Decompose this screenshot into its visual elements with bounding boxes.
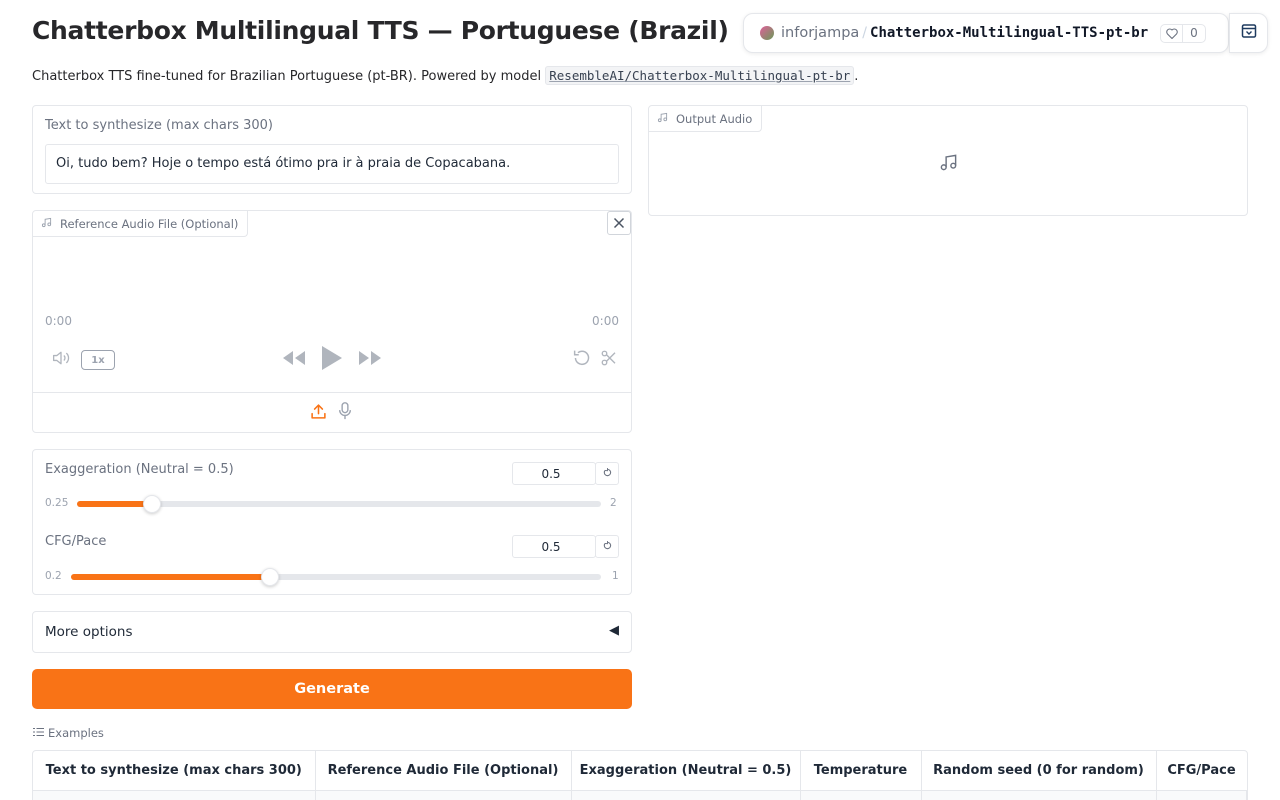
exaggeration-slider-thumb[interactable] xyxy=(142,495,161,513)
reference-audio-label: Reference Audio File (Optional) xyxy=(33,211,249,237)
embed-icon xyxy=(1241,23,1257,43)
cfg-pace-reset-button[interactable] xyxy=(595,535,619,558)
output-audio-label-text: Output Audio xyxy=(676,111,753,126)
more-options-accordion[interactable]: More options ◀ xyxy=(32,611,632,653)
examples-table: Text to synthesize (max chars 300) Refer… xyxy=(32,750,1248,800)
model-link[interactable]: ResembleAI/Chatterbox-Multilingual-pt-br xyxy=(545,66,855,85)
exaggeration-reset-button[interactable] xyxy=(595,462,619,485)
cfg-pace-slider[interactable] xyxy=(71,568,601,586)
volume-button[interactable] xyxy=(51,351,71,369)
audio-source-bar xyxy=(33,392,631,433)
output-audio-block: Output Audio xyxy=(648,105,1248,216)
like-button[interactable]: 0 xyxy=(1160,23,1206,43)
exaggeration-label: Exaggeration (Neutral = 0.5) xyxy=(45,462,234,477)
exaggeration-number-input[interactable]: 0.5 xyxy=(512,462,596,485)
close-icon xyxy=(613,214,625,233)
like-count: 0 xyxy=(1190,26,1198,40)
table-row[interactable] xyxy=(33,790,1247,800)
cfg-pace-slider-thumb[interactable] xyxy=(260,568,279,586)
space-name-link[interactable]: Chatterbox-Multilingual-TTS-pt-br xyxy=(870,25,1148,41)
trim-button[interactable] xyxy=(599,349,619,371)
fast-forward-icon xyxy=(358,350,382,370)
rewind-icon xyxy=(282,350,306,370)
output-audio-label: Output Audio xyxy=(649,106,763,132)
generate-button[interactable]: Generate xyxy=(32,669,632,709)
reset-icon xyxy=(603,540,612,553)
reset-icon xyxy=(603,467,612,480)
exaggeration-slider-fill xyxy=(77,501,152,507)
text-input[interactable]: Oi, tudo bem? Hoje o tempo está ótimo pr… xyxy=(45,144,619,184)
column-header: Temperature xyxy=(800,751,922,791)
examples-header-row: Text to synthesize (max chars 300) Refer… xyxy=(33,751,1247,791)
total-duration: 0:00 xyxy=(592,314,619,328)
column-header: Random seed (0 for random) xyxy=(921,751,1157,791)
text-input-block: Text to synthesize (max chars 300) Oi, t… xyxy=(32,105,632,194)
fast-forward-button[interactable] xyxy=(358,351,382,369)
examples-label-text: Examples xyxy=(48,726,104,740)
reference-audio-block: Reference Audio File (Optional) 0:00 0:0… xyxy=(32,210,632,433)
text-input-label: Text to synthesize (max chars 300) xyxy=(45,118,274,133)
cfg-pace-label: CFG/Pace xyxy=(45,534,107,549)
exaggeration-slider[interactable] xyxy=(77,495,601,513)
undo-icon xyxy=(572,349,592,371)
page-description: Chatterbox TTS fine-tuned for Brazilian … xyxy=(32,66,859,85)
space-header-badge: inforjampa / Chatterbox-Multilingual-TTS… xyxy=(743,13,1229,53)
upload-icon xyxy=(310,403,327,424)
cfg-pace-min: 0.2 xyxy=(45,570,62,582)
music-note-icon xyxy=(657,112,676,126)
cfg-pace-number-input[interactable]: 0.5 xyxy=(512,535,596,558)
exaggeration-min: 0.25 xyxy=(45,497,69,509)
parameters-block: Exaggeration (Neutral = 0.5) 0.5 0.25 2 … xyxy=(32,449,632,595)
list-icon xyxy=(33,726,48,740)
scissors-icon xyxy=(600,349,618,371)
volume-icon xyxy=(51,349,71,371)
undo-button[interactable] xyxy=(572,349,592,371)
current-time: 0:00 xyxy=(45,314,72,328)
music-note-icon xyxy=(41,217,60,231)
path-separator: / xyxy=(862,25,868,41)
cfg-pace-max: 1 xyxy=(612,570,619,582)
play-button[interactable] xyxy=(320,346,344,374)
subtitle-suffix: . xyxy=(854,69,859,84)
column-header: CFG/Pace xyxy=(1156,751,1247,791)
embed-button[interactable] xyxy=(1229,13,1268,53)
examples-label: Examples xyxy=(33,726,104,740)
space-owner-link[interactable]: inforjampa xyxy=(781,25,859,41)
collapse-arrow-icon: ◀ xyxy=(609,623,619,638)
output-audio-empty-icon xyxy=(938,152,958,172)
upload-button[interactable] xyxy=(309,403,327,423)
exaggeration-max: 2 xyxy=(610,497,617,509)
column-header: Text to synthesize (max chars 300) xyxy=(33,751,316,791)
page-title: Chatterbox Multilingual TTS — Portuguese… xyxy=(32,16,729,45)
column-header: Exaggeration (Neutral = 0.5) xyxy=(571,751,801,791)
playback-speed-button[interactable]: 1x xyxy=(81,350,115,370)
heart-icon xyxy=(1161,24,1184,42)
reference-audio-label-text: Reference Audio File (Optional) xyxy=(60,216,239,231)
microphone-icon xyxy=(338,402,352,424)
play-icon xyxy=(321,345,343,375)
user-avatar[interactable] xyxy=(760,26,774,40)
cfg-pace-slider-fill xyxy=(71,574,270,580)
more-options-label: More options xyxy=(45,624,133,640)
microphone-button[interactable] xyxy=(337,402,353,424)
rewind-button[interactable] xyxy=(282,351,306,369)
column-header: Reference Audio File (Optional) xyxy=(315,751,572,791)
clear-audio-button[interactable] xyxy=(607,211,631,235)
subtitle-text: Chatterbox TTS fine-tuned for Brazilian … xyxy=(32,69,542,84)
